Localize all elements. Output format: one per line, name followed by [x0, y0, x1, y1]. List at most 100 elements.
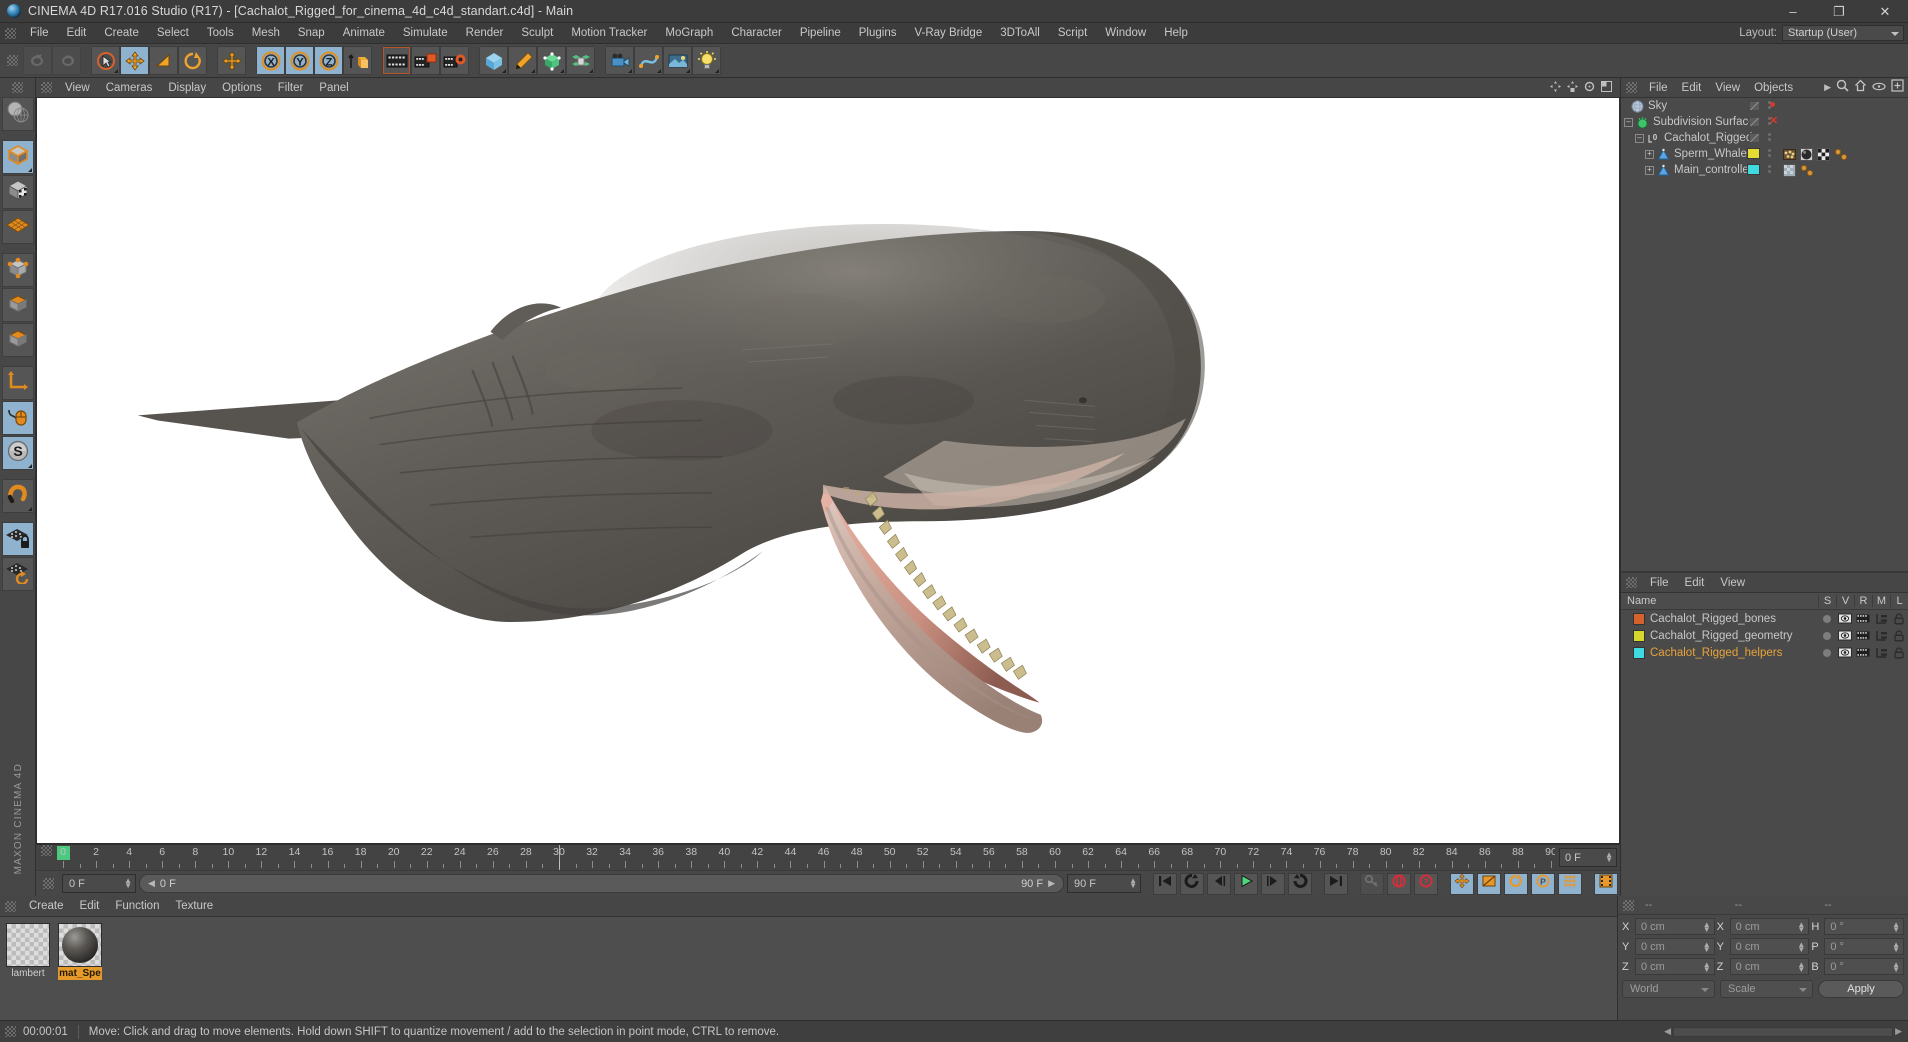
layer-visible-toggle[interactable] — [1836, 613, 1854, 624]
coord-apply-button[interactable]: Apply — [1818, 980, 1904, 998]
spinner-icon[interactable]: ▲ ▼ — [1797, 921, 1805, 934]
viewport-menu-filter[interactable]: Filter — [270, 82, 312, 94]
layer-render-toggle[interactable] — [1854, 613, 1872, 624]
layer-manager-list[interactable]: Cachalot_Rigged_bones Cachalot_Rigged_geo… — [1621, 610, 1908, 661]
tree-expander-minus-icon[interactable]: – — [1635, 133, 1644, 143]
select-tool-button[interactable] — [91, 46, 120, 75]
menu-window[interactable]: Window — [1096, 23, 1155, 43]
coord-rotation-h-input[interactable]: 0 ° ▲ ▼ — [1824, 918, 1905, 935]
timeline-frame-field[interactable]: 0 F ▲ ▼ — [1559, 848, 1617, 867]
menu-grip-handle[interactable] — [5, 27, 16, 39]
spinner-icon[interactable]: ▲ ▼ — [1703, 961, 1711, 974]
add-environment-button[interactable] — [663, 46, 692, 75]
dots-tag-icon[interactable] — [1834, 148, 1848, 161]
spinner-icon[interactable]: ▲ ▼ — [1703, 921, 1711, 934]
viewport-3d[interactable] — [36, 98, 1620, 844]
polygon-mode-button[interactable] — [1, 210, 34, 244]
range-left-handle-icon[interactable]: ◀ — [148, 878, 155, 889]
material-item[interactable]: lambert — [6, 923, 50, 980]
coord-position-y-input[interactable]: 0 cm ▲ ▼ — [1635, 938, 1715, 955]
material-menu-function[interactable]: Function — [107, 900, 167, 912]
spinner-icon[interactable]: ▲ ▼ — [1892, 961, 1900, 974]
object-layer-color-swatch[interactable] — [1747, 148, 1760, 159]
viewport-menu-view[interactable]: View — [57, 82, 98, 94]
redo-button[interactable] — [52, 46, 81, 75]
layer-row[interactable]: Cachalot_Rigged_geometry — [1621, 627, 1908, 644]
record-scale-button[interactable] — [1477, 872, 1501, 895]
menu-3dtoall[interactable]: 3DToAll — [991, 23, 1049, 43]
layer-name[interactable]: Cachalot_Rigged_helpers — [1650, 647, 1818, 659]
record-pla-button[interactable] — [1558, 872, 1582, 895]
object-row[interactable]: + Main_controller — [1621, 162, 1908, 178]
menu-mograph[interactable]: MoGraph — [656, 23, 722, 43]
go-to-start-button[interactable] — [1153, 872, 1177, 895]
dots-tag-icon[interactable] — [1800, 164, 1814, 177]
close-button[interactable]: ✕ — [1862, 0, 1908, 22]
add-light-button[interactable] — [692, 46, 721, 75]
play-backwards-button[interactable] — [1180, 872, 1204, 895]
layer-render-toggle[interactable] — [1854, 630, 1872, 641]
menu-v-ray-bridge[interactable]: V-Ray Bridge — [905, 23, 991, 43]
range-end-spinner-icon[interactable]: ▲ ▼ — [1129, 877, 1137, 890]
object-editor-visibility-icon[interactable] — [1749, 133, 1760, 143]
spinner-icon[interactable]: ▲ ▼ — [1797, 961, 1805, 974]
edges-mode-button[interactable] — [1, 288, 34, 322]
layer-row[interactable]: Cachalot_Rigged_helpers — [1621, 644, 1908, 661]
tree-expander-plus-icon[interactable]: + — [1645, 165, 1654, 175]
menu-sculpt[interactable]: Sculpt — [512, 23, 562, 43]
maximize-view-icon[interactable] — [1601, 79, 1612, 97]
layer-manager-toggle[interactable] — [1872, 647, 1890, 658]
layer-manager-toggle[interactable] — [1872, 613, 1890, 624]
workplane-rotate-button[interactable] — [1, 557, 34, 591]
layer-render-toggle[interactable] — [1854, 647, 1872, 658]
viewport-grip[interactable] — [41, 82, 52, 93]
previous-frame-button[interactable] — [1207, 872, 1231, 895]
object-row[interactable]: Sky — [1621, 98, 1908, 114]
visibility-dots-icon[interactable] — [1768, 149, 1771, 159]
object-name[interactable]: Sperm_Whale — [1674, 148, 1747, 160]
timeline-track[interactable]: 0246810121416182022242628303234363840424… — [57, 845, 1555, 870]
layer-row[interactable]: Cachalot_Rigged_bones — [1621, 610, 1908, 627]
layer-visible-toggle[interactable] — [1836, 647, 1854, 658]
coord-system-dropdown[interactable]: World — [1622, 980, 1715, 998]
coord-position-x-input[interactable]: 0 cm ▲ ▼ — [1635, 918, 1715, 935]
material-name[interactable]: lambert — [6, 967, 50, 980]
menu-character[interactable]: Character — [722, 23, 791, 43]
layer-manager-grip[interactable] — [1626, 577, 1637, 588]
plus-box-icon[interactable] — [1891, 78, 1904, 97]
layer-color-swatch[interactable] — [1633, 629, 1645, 642]
render-view-button[interactable] — [382, 46, 411, 75]
toolbar-grip-handle[interactable] — [7, 55, 18, 66]
object-manager-menu-objects[interactable]: Objects — [1747, 82, 1800, 94]
menu-edit[interactable]: Edit — [58, 23, 96, 43]
enable-axis-button[interactable] — [1, 401, 34, 435]
home-icon[interactable] — [1854, 79, 1867, 97]
search-icon[interactable] — [1836, 79, 1849, 97]
add-spline-button[interactable] — [508, 46, 537, 75]
faces-mode-button[interactable] — [1, 323, 34, 357]
layer-name[interactable]: Cachalot_Rigged_bones — [1650, 613, 1818, 625]
magnet-tool-button[interactable] — [1, 479, 34, 513]
menu-animate[interactable]: Animate — [334, 23, 394, 43]
menu-tools[interactable]: Tools — [198, 23, 243, 43]
scroll-left-icon[interactable]: ◀ — [1664, 1026, 1671, 1037]
spinner-icon[interactable]: ▲ ▼ — [1703, 941, 1711, 954]
coord-rotation-b-input[interactable]: 0 ° ▲ ▼ — [1824, 958, 1905, 975]
visibility-dots-icon[interactable] — [1768, 133, 1771, 143]
layer-lock-toggle[interactable] — [1890, 646, 1908, 659]
layer-manager-toggle[interactable] — [1872, 630, 1890, 641]
material-preview-mat_spe[interactable] — [58, 923, 102, 967]
play-button[interactable] — [1234, 872, 1258, 895]
menu-plugins[interactable]: Plugins — [850, 23, 906, 43]
menu-mesh[interactable]: Mesh — [243, 23, 289, 43]
layer-manager-menu-edit[interactable]: Edit — [1677, 577, 1713, 589]
material-manager-grip[interactable] — [5, 900, 16, 912]
object-manager-grip[interactable] — [1626, 82, 1637, 93]
layer-solo-toggle[interactable] — [1818, 631, 1836, 640]
timeline-layout-button[interactable] — [1594, 872, 1618, 895]
record-active-objects-button[interactable] — [1360, 872, 1384, 895]
tree-expander-minus-icon[interactable]: – — [1624, 117, 1633, 127]
menu-motion-tracker[interactable]: Motion Tracker — [562, 23, 656, 43]
layout-dropdown[interactable]: Startup (User) — [1782, 25, 1904, 41]
material-preview-lambert[interactable] — [6, 923, 50, 967]
